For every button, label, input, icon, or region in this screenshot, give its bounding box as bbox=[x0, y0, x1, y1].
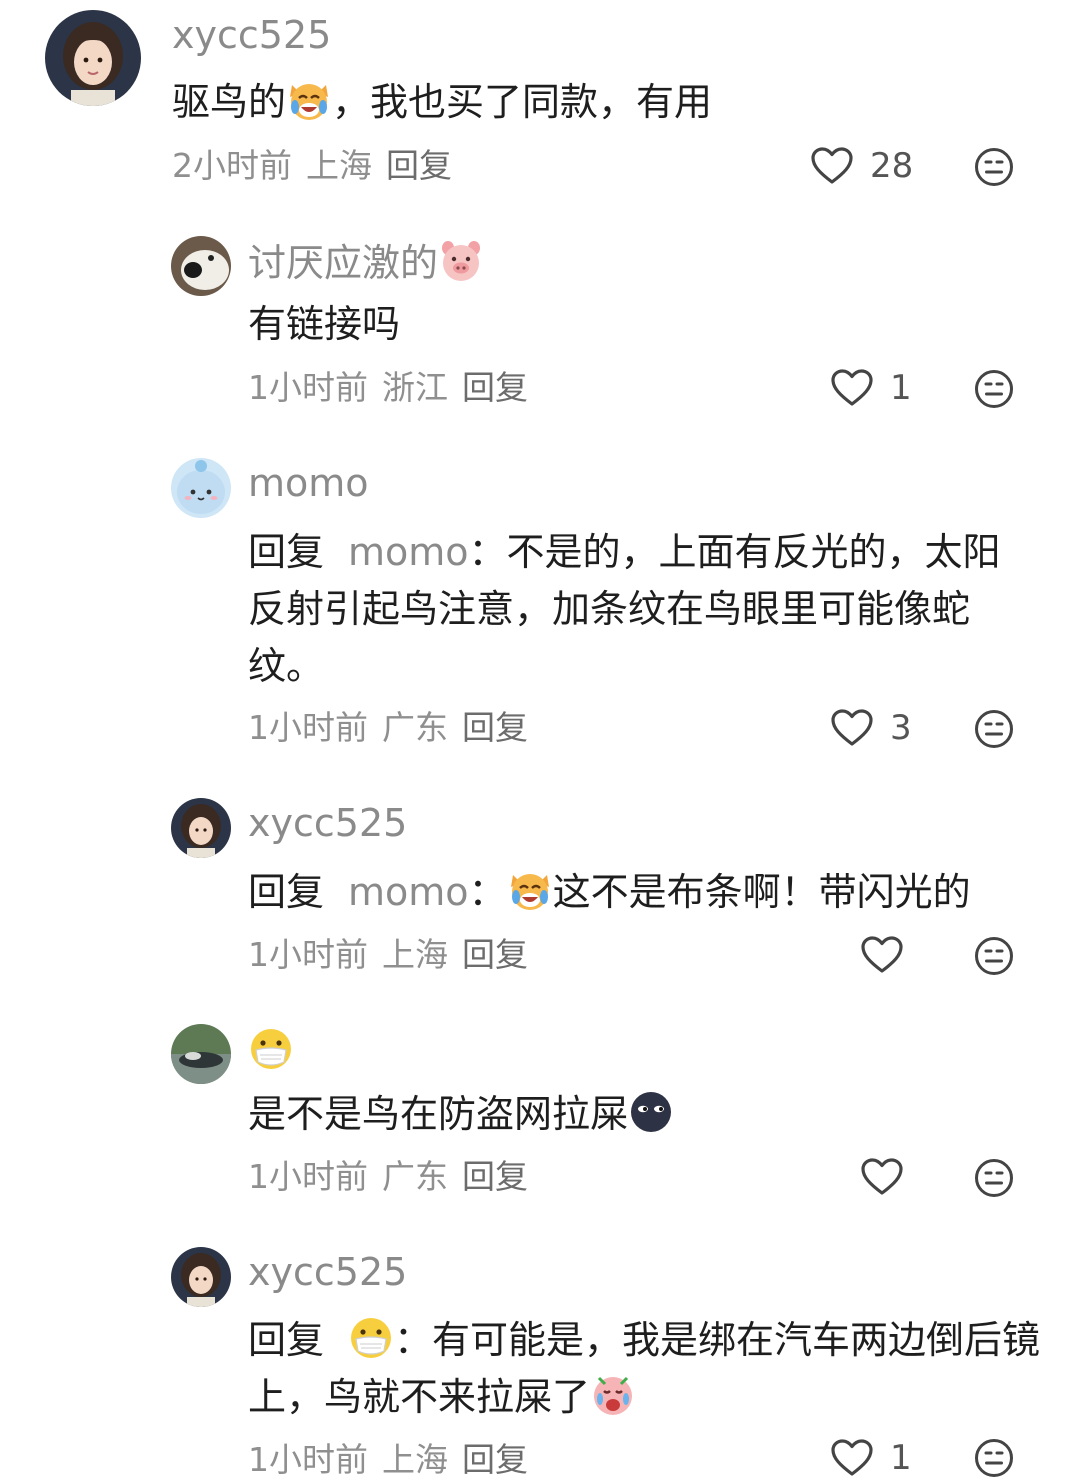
comment-meta: 1小时前 浙江 回复 bbox=[248, 366, 542, 410]
comment-text: 是不是鸟在防盗网拉屎 bbox=[248, 1086, 1048, 1143]
heart-outline-icon[interactable] bbox=[860, 1157, 904, 1197]
avatar[interactable] bbox=[171, 1024, 231, 1084]
heart-outline-icon[interactable] bbox=[810, 146, 854, 186]
location: 上海 bbox=[382, 935, 448, 974]
reply-prefix: 回复 bbox=[248, 1318, 325, 1362]
neutral-face-icon[interactable] bbox=[974, 1158, 1014, 1198]
crying-pig-emoji bbox=[590, 1372, 636, 1418]
mention[interactable]: momo bbox=[348, 870, 469, 914]
username[interactable]: xycc525 bbox=[172, 12, 331, 58]
username[interactable] bbox=[248, 1026, 294, 1074]
location: 广东 bbox=[382, 1157, 448, 1196]
reply-prefix: 回复 bbox=[248, 530, 325, 574]
comment-meta: 2小时前 上海 回复 bbox=[172, 144, 466, 188]
comment-meta: 1小时前 广东 回复 bbox=[248, 1155, 542, 1199]
like-count: 28 bbox=[870, 146, 914, 186]
username[interactable]: xycc525 bbox=[248, 800, 407, 846]
reply-prefix: 回复 bbox=[248, 870, 325, 914]
timestamp: 1小时前 bbox=[248, 1440, 368, 1478]
location: 广东 bbox=[382, 708, 448, 747]
dark-face-emoji bbox=[628, 1089, 674, 1135]
reply-button[interactable]: 回复 bbox=[462, 368, 528, 407]
location: 浙江 bbox=[382, 368, 448, 407]
comment-text: 驱鸟的 ，我也买了同款，有用 bbox=[172, 74, 972, 131]
heart-outline-icon[interactable] bbox=[860, 935, 904, 975]
neutral-face-icon[interactable] bbox=[974, 936, 1014, 976]
username-text: 讨厌应激的 bbox=[248, 241, 439, 285]
comment-text-part: 驱鸟的 bbox=[172, 80, 287, 124]
heart-outline-icon[interactable] bbox=[830, 1438, 874, 1478]
mask-face-emoji[interactable] bbox=[348, 1315, 394, 1361]
comment-meta: 1小时前 上海 回复 bbox=[248, 1438, 542, 1478]
location: 上海 bbox=[306, 146, 372, 185]
comment-meta: 1小时前 广东 回复 bbox=[248, 706, 542, 750]
neutral-face-icon[interactable] bbox=[974, 709, 1014, 749]
crying-laughing-cat-emoji bbox=[507, 867, 553, 913]
avatar[interactable] bbox=[171, 1247, 231, 1307]
timestamp: 1小时前 bbox=[248, 935, 368, 974]
heart-outline-icon[interactable] bbox=[830, 368, 874, 408]
comment-text: 回复 ：有可能是，我是绑在汽车两边倒后镜上，鸟就不来拉屎了 bbox=[248, 1312, 1048, 1426]
reply-button[interactable]: 回复 bbox=[462, 708, 528, 747]
comment-text-part: ： bbox=[468, 870, 507, 914]
neutral-face-icon[interactable] bbox=[974, 147, 1014, 187]
avatar[interactable] bbox=[171, 798, 231, 858]
timestamp: 1小时前 bbox=[248, 368, 368, 407]
comment-text-part: 这不是布条啊！带闪光的 bbox=[552, 870, 971, 914]
comment-item: xycc525 驱鸟的 ，我也买了同款，有用 2小时前 上海 回复 28 bbox=[0, 0, 1080, 200]
timestamp: 1小时前 bbox=[248, 1157, 368, 1196]
username[interactable]: momo bbox=[248, 460, 369, 506]
timestamp: 2小时前 bbox=[172, 146, 292, 185]
username[interactable]: 讨厌应激的 bbox=[248, 238, 484, 286]
comment-text-part: 是不是鸟在防盗网拉屎 bbox=[248, 1092, 629, 1136]
pig-face-emoji bbox=[438, 238, 484, 284]
like-count: 1 bbox=[890, 368, 912, 408]
mask-face-emoji bbox=[248, 1026, 294, 1072]
like-count: 3 bbox=[890, 708, 912, 748]
timestamp: 1小时前 bbox=[248, 708, 368, 747]
comment-text-part: ，我也买了同款，有用 bbox=[332, 80, 713, 124]
reply-button[interactable]: 回复 bbox=[462, 1440, 528, 1478]
avatar[interactable] bbox=[171, 236, 231, 296]
comment-meta: 1小时前 上海 回复 bbox=[248, 933, 542, 977]
avatar[interactable] bbox=[171, 458, 231, 518]
mention[interactable]: momo bbox=[348, 530, 469, 574]
reply-button[interactable]: 回复 bbox=[462, 935, 528, 974]
reply-button[interactable]: 回复 bbox=[462, 1157, 528, 1196]
location: 上海 bbox=[382, 1440, 448, 1478]
crying-laughing-cat-emoji bbox=[286, 77, 332, 123]
like-count: 1 bbox=[890, 1438, 912, 1478]
reply-button[interactable]: 回复 bbox=[386, 146, 452, 185]
heart-outline-icon[interactable] bbox=[830, 708, 874, 748]
comment-text: 回复 momo：不是的，上面有反光的，太阳反射引起鸟注意，加条纹在鸟眼里可能像蛇纹… bbox=[248, 524, 1038, 695]
avatar[interactable] bbox=[45, 10, 141, 106]
username[interactable]: xycc525 bbox=[248, 1249, 407, 1295]
neutral-face-icon[interactable] bbox=[974, 1438, 1014, 1478]
neutral-face-icon[interactable] bbox=[974, 369, 1014, 409]
comment-text: 回复 momo： 这不是布条啊！带闪光的 bbox=[248, 864, 1048, 921]
comment-text: 有链接吗 bbox=[248, 302, 401, 346]
